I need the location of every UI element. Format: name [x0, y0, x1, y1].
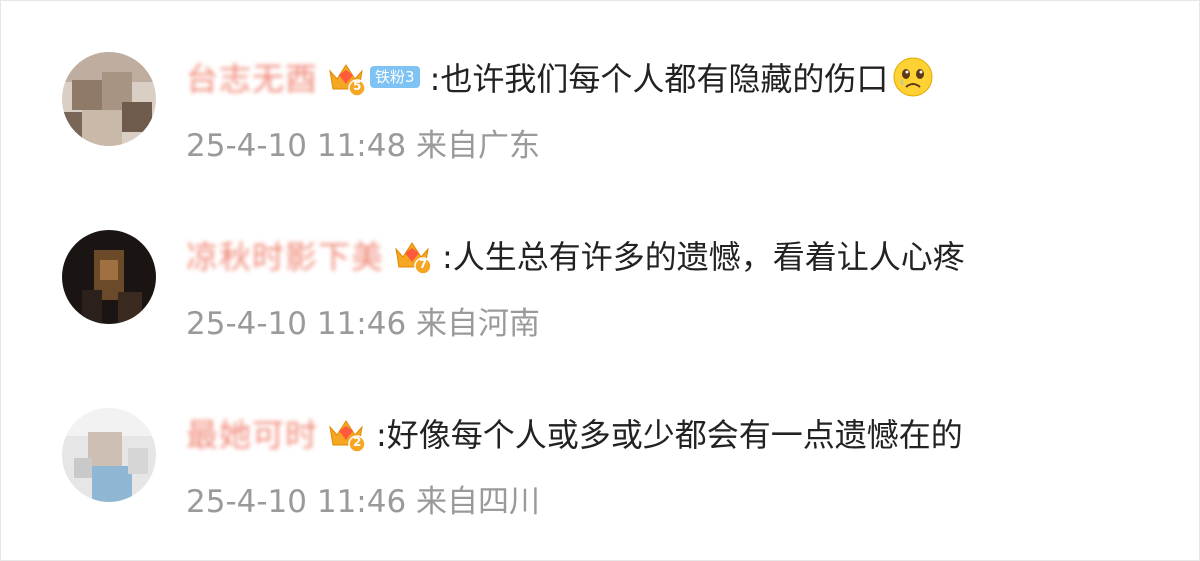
comment-date: 25-4-10 11:48 — [186, 128, 407, 164]
comment-text: :好像每个人或多或少都会有一点遗憾在的 — [376, 416, 963, 454]
username[interactable]: 台志无酉 — [186, 54, 318, 100]
crown-level-icon: 7 — [392, 235, 432, 275]
level-number: 7 — [419, 257, 428, 271]
avatar[interactable] — [62, 52, 156, 146]
comment-text: :也许我们每个人都有隐藏的伤口 — [429, 60, 889, 98]
comment-location: 来自四川 — [416, 484, 541, 520]
comment-item: 最她可时 2 :好像每个人或多或少都会有一点遗憾在的 25-4-10 11:46… — [0, 356, 1200, 526]
crown-level-icon: 5 — [326, 57, 366, 97]
username[interactable]: 凉秋时影下美 — [186, 232, 384, 278]
crown-level-icon: 2 — [326, 413, 366, 453]
avatar[interactable] — [62, 408, 156, 502]
crying-face-icon — [892, 56, 934, 98]
fan-badge: 铁粉3 — [370, 66, 420, 88]
comment-location: 来自河南 — [416, 306, 541, 342]
comment-location: 来自广东 — [416, 128, 541, 164]
username[interactable]: 最她可时 — [186, 410, 318, 456]
comment-date: 25-4-10 11:46 — [186, 484, 407, 520]
level-number: 5 — [353, 79, 362, 93]
level-number: 2 — [353, 435, 362, 449]
comment-text: :人生总有许多的遗憾，看着让人心疼 — [442, 238, 965, 276]
comment-item: 台志无酉 5 铁粉3 :也许我们每个人都有隐藏的伤口 25-4-10 11:48… — [0, 0, 1200, 170]
comment-date: 25-4-10 11:46 — [186, 306, 407, 342]
avatar[interactable] — [62, 230, 156, 324]
comment-item: 凉秋时影下美 7 :人生总有许多的遗憾，看着让人心疼 25-4-10 11:46… — [0, 178, 1200, 348]
